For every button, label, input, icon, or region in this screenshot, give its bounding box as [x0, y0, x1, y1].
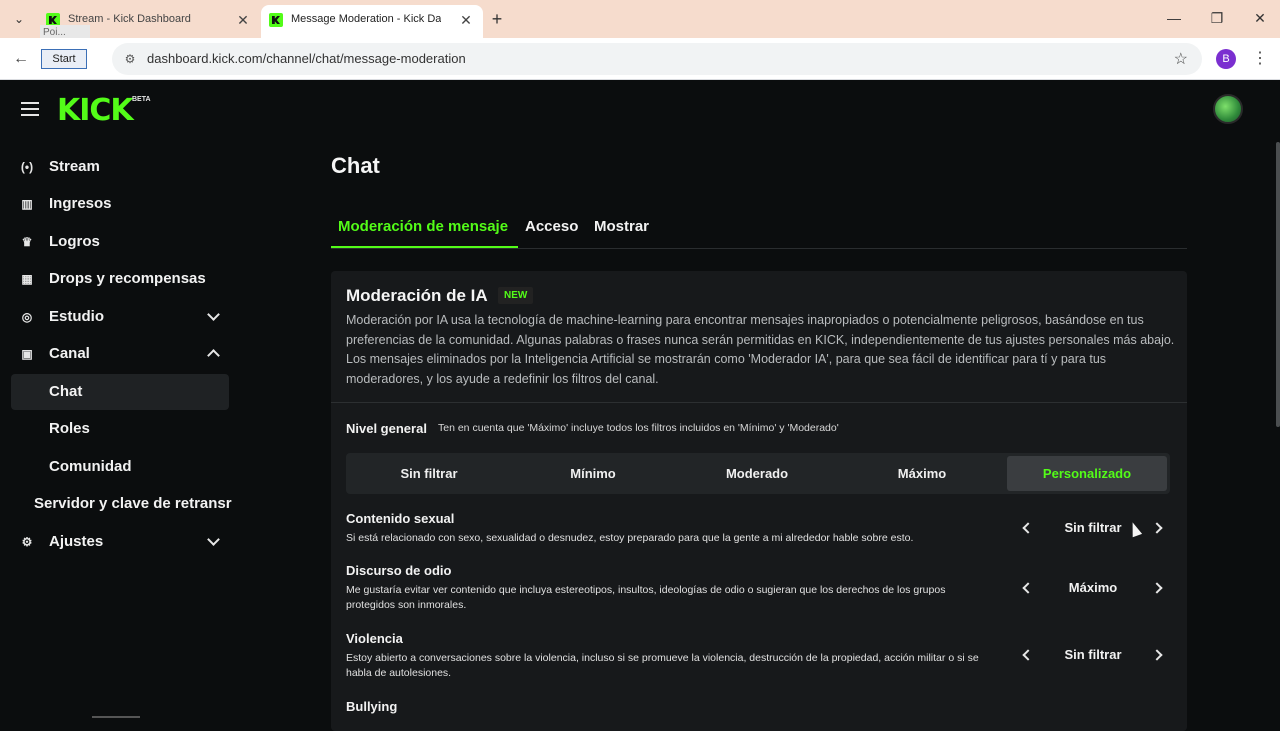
new-badge: NEW [498, 287, 534, 304]
address-bar-row: ← Start ⚙ dashboard.kick.com/channel/cha… [0, 38, 1280, 80]
back-arrow-icon[interactable]: ← [10, 48, 32, 70]
sidebar-item-estudio[interactable]: ◎ Estudio [11, 299, 229, 335]
active-tab-underline [331, 246, 518, 248]
minimize-button[interactable]: — [1152, 6, 1196, 30]
category-level-stepper[interactable]: Máximo [1013, 574, 1173, 602]
profile-avatar[interactable]: B [1216, 49, 1236, 69]
kick-favicon-icon [269, 13, 283, 27]
chevron-down-icon[interactable] [205, 308, 221, 325]
user-avatar[interactable] [1213, 94, 1243, 124]
nivel-general-note: Ten en cuenta que 'Máximo' incluye todos… [438, 422, 839, 434]
sidebar-item-roles[interactable]: Roles [11, 411, 229, 447]
sidebar-item-label: Comunidad [49, 458, 132, 475]
chevron-right-icon[interactable] [1145, 574, 1173, 602]
level-option-minimo[interactable]: Mínimo [513, 456, 673, 491]
sidebar-item-label: Ajustes [49, 533, 104, 550]
category-description: Me gustaría evitar ver contenido que inc… [346, 584, 946, 611]
tab-mostrar[interactable]: Mostrar [594, 218, 649, 235]
level-option-personalizado[interactable]: Personalizado [1007, 456, 1167, 491]
sidebar-item-stream[interactable]: (•) Stream [11, 149, 229, 185]
sidebar-item-chat[interactable]: Chat [11, 374, 229, 410]
sidebar-item-label: Servidor y clave de retransr [34, 495, 232, 512]
bookmark-star-icon[interactable]: ☆ [1174, 49, 1188, 69]
category-description: Estoy abierto a conversaciones sobre la … [346, 652, 979, 679]
ai-moderation-card: Moderación de IA NEW Moderación por IA u… [331, 271, 1187, 731]
url-text[interactable]: dashboard.kick.com/channel/chat/message-… [147, 51, 466, 66]
tab-search-chevron-icon[interactable]: ⌄ [8, 9, 30, 29]
gear-icon: ⚙ [21, 535, 33, 549]
trophy-icon: ♛ [21, 235, 33, 249]
sidebar-item-label: Logros [49, 233, 100, 250]
sidebar-item-logros[interactable]: ♛ Logros [11, 224, 229, 260]
new-tab-button[interactable]: + [486, 8, 508, 30]
browser-tab-bar: ⌄ Stream - Kick Dashboard ✕ Message Mode… [0, 0, 1280, 38]
chevron-left-icon[interactable] [1013, 574, 1041, 602]
sidebar-item-ajustes[interactable]: ⚙ Ajustes [11, 524, 229, 560]
ai-moderation-title: Moderación de IA [346, 286, 488, 305]
chevron-left-icon[interactable] [1013, 641, 1041, 669]
category-title: Discurso de odio [346, 563, 452, 578]
level-option-maximo[interactable]: Máximo [842, 456, 1002, 491]
category-title: Bullying [346, 699, 398, 714]
level-option-moderado[interactable]: Moderado [677, 456, 837, 491]
site-info-icon[interactable]: ⚙ [122, 51, 138, 67]
ai-moderation-description: Moderación por IA usa la tecnología de m… [346, 313, 1175, 386]
chevron-left-icon[interactable] [1013, 514, 1041, 542]
sidebar-item-comunidad[interactable]: Comunidad [11, 449, 229, 485]
sidebar-item-label: Drops y recompensas [49, 270, 206, 287]
category-title: Contenido sexual [346, 511, 455, 526]
browser-tab-message-moderation[interactable]: Message Moderation - Kick Dashboard ✕ [261, 5, 483, 38]
tab-title: Message Moderation - Kick Dashboard [291, 13, 441, 25]
kick-logo[interactable]: KICK [57, 93, 134, 128]
nivel-general-label: Nivel general [346, 421, 427, 436]
level-option-sin-filtrar[interactable]: Sin filtrar [349, 456, 509, 491]
tab-acceso[interactable]: Acceso [525, 218, 578, 235]
tab-close-icon[interactable]: ✕ [234, 11, 252, 29]
chevron-right-icon[interactable] [1145, 514, 1173, 542]
sidebar-item-label: Canal [49, 345, 90, 362]
tab-title: Stream - Kick Dashboard [68, 13, 191, 25]
chat-tabs: Moderación de mensaje Acceso Mostrar [331, 202, 1187, 249]
sidebar-item-label: Estudio [49, 308, 104, 325]
ai-moderation-header: Moderación de IA NEW Moderación por IA u… [331, 271, 1187, 403]
level-selector: Sin filtrar Mínimo Moderado Máximo Perso… [346, 453, 1170, 494]
browser-menu-icon[interactable]: ⋮ [1252, 48, 1268, 70]
category-level-value: Sin filtrar [1064, 647, 1122, 662]
chevron-down-icon[interactable] [205, 533, 221, 550]
url-field[interactable]: ⚙ dashboard.kick.com/channel/chat/messag… [112, 43, 1202, 75]
chevron-up-icon[interactable] [205, 346, 221, 362]
chart-icon: ▥ [21, 197, 33, 211]
category-level-stepper[interactable]: Sin filtrar [1013, 641, 1173, 669]
sidebar-item-label: Ingresos [49, 195, 112, 212]
broadcast-icon: (•) [20, 160, 34, 174]
category-description: Si está relacionado con sexo, sexualidad… [346, 532, 914, 544]
hamburger-menu-icon[interactable] [21, 102, 39, 116]
sidebar-item-drops[interactable]: ▦ Drops y recompensas [11, 261, 229, 297]
sidebar-item-label: Chat [49, 383, 83, 400]
sidebar-item-canal[interactable]: ▣ Canal [11, 336, 229, 372]
category-level-stepper[interactable]: Sin filtrar [1013, 514, 1173, 542]
restore-button[interactable]: ❐ [1195, 6, 1239, 30]
page-scrollbar[interactable] [1276, 142, 1280, 427]
gift-icon: ▦ [21, 272, 33, 286]
sidebar-item-label: Roles [49, 420, 90, 437]
divider [92, 716, 140, 718]
category-level-value: Máximo [1068, 580, 1118, 595]
tab-moderacion[interactable]: Moderación de mensaje [338, 218, 508, 235]
channel-icon: ▣ [21, 347, 33, 361]
page-title: Chat [331, 153, 380, 178]
sidebar-item-label: Stream [49, 158, 100, 175]
sidebar-item-ingresos[interactable]: ▥ Ingresos [11, 186, 229, 222]
category-title: Violencia [346, 631, 403, 646]
beta-label: BETA [132, 96, 151, 103]
close-window-button[interactable]: ✕ [1238, 6, 1280, 30]
studio-icon: ◎ [21, 310, 33, 324]
sidebar-item-servidor[interactable]: Servidor y clave de retransr [11, 486, 232, 522]
tab-close-icon[interactable]: ✕ [457, 11, 475, 29]
start-button[interactable]: Start [41, 49, 87, 69]
kick-dashboard: KICK BETA (•) Stream ▥ Ingresos ♛ Logros… [0, 81, 1280, 731]
chevron-right-icon[interactable] [1145, 641, 1173, 669]
